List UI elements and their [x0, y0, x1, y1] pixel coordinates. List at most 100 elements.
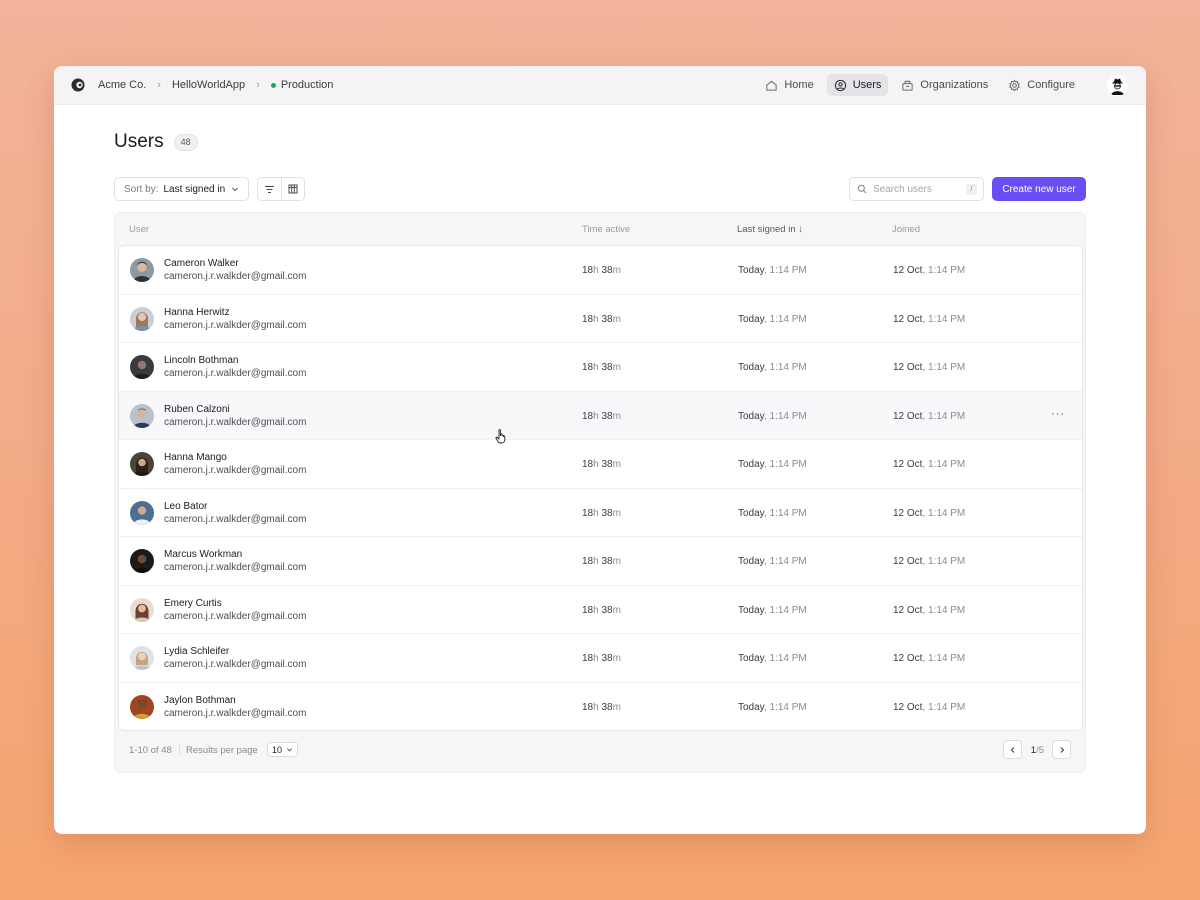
nav-organizations[interactable]: Organizations — [894, 74, 995, 96]
breadcrumb-app[interactable]: HelloWorldApp — [172, 79, 245, 91]
main-nav: Home Users Organizations Configure — [758, 74, 1082, 96]
breadcrumb-environment[interactable]: Production — [281, 79, 334, 91]
user-email: cameron.j.r.walkder@gmail.com — [164, 562, 307, 573]
user-avatar — [130, 355, 154, 379]
last-signed-in-cell: Today, 1:14 PM — [738, 556, 807, 567]
time-active-cell: 18h 38m — [582, 653, 621, 664]
table-row[interactable]: Hanna Mango cameron.j.r.walkder@gmail.co… — [119, 440, 1082, 489]
table-row[interactable]: Lincoln Bothman cameron.j.r.walkder@gmai… — [119, 343, 1082, 392]
last-signed-in-cell: Today, 1:14 PM — [738, 313, 807, 325]
user-avatar — [130, 306, 154, 331]
table-row[interactable]: Hanna Herwitz cameron.j.r.walkder@gmail.… — [119, 295, 1082, 343]
user-name: Cameron Walker — [164, 258, 239, 269]
joined-cell: 12 Oct, 1:14 PM — [893, 507, 966, 519]
hand-pointer-cursor-icon — [495, 429, 506, 444]
toolbar: Sort by: Last signed in / Create new use… — [114, 177, 1086, 201]
table-row[interactable]: Lydia Schleifer cameron.j.r.walkder@gmai… — [119, 634, 1082, 683]
user-email: cameron.j.r.walkder@gmail.com — [164, 319, 307, 331]
table-row[interactable]: Ruben Calzoni cameron.j.r.walkder@gmail.… — [119, 391, 1082, 440]
column-header-user[interactable]: User — [129, 224, 149, 235]
time-active-cell: 18h 38m — [582, 265, 621, 276]
results-per-page-value: 10 — [272, 744, 283, 755]
user-avatar — [130, 452, 154, 476]
last-signed-in-cell: Today, 1:14 PM — [738, 410, 807, 422]
time-active-cell: 18h 38m — [582, 459, 621, 470]
last-signed-in-cell: Today, 1:14 PM — [738, 507, 807, 519]
table-row[interactable]: Cameron Walker cameron.j.r.walkder@gmail… — [119, 246, 1082, 295]
row-more-options-icon[interactable]: ··· — [1051, 408, 1065, 420]
search-shortcut-hint: / — [966, 184, 977, 195]
user-avatar — [130, 549, 154, 573]
nav-users-label: Users — [852, 79, 882, 91]
list-icon — [265, 185, 275, 193]
user-email: cameron.j.r.walkder@gmail.com — [164, 368, 307, 379]
table-row[interactable]: Leo Bator cameron.j.r.walkder@gmail.com … — [119, 489, 1082, 537]
user-email: cameron.j.r.walkder@gmail.com — [164, 271, 307, 282]
joined-cell: 12 Oct, 1:14 PM — [893, 410, 966, 422]
time-active-cell: 18h 38m — [582, 362, 621, 373]
breadcrumb: Acme Co. › HelloWorldApp › Production — [70, 77, 333, 93]
next-page-button[interactable] — [1052, 740, 1071, 759]
app-logo-icon[interactable] — [70, 77, 86, 93]
user-avatar — [130, 694, 154, 719]
chevron-down-icon — [286, 748, 293, 752]
nav-home-label: Home — [784, 79, 814, 91]
table-row[interactable]: Emery Curtis cameron.j.r.walkder@gmail.c… — [119, 586, 1082, 634]
app-window: Acme Co. › HelloWorldApp › Production Ho… — [54, 66, 1146, 834]
joined-cell: 12 Oct, 1:14 PM — [893, 459, 966, 470]
previous-page-button[interactable] — [1003, 740, 1022, 759]
user-avatar — [130, 258, 154, 282]
last-signed-in-cell: Today, 1:14 PM — [738, 362, 807, 373]
user-name: Lincoln Bothman — [164, 355, 239, 366]
list-view-button[interactable] — [258, 178, 282, 200]
nav-configure[interactable]: Configure — [1001, 74, 1082, 96]
search-input[interactable] — [873, 183, 963, 195]
sort-dropdown[interactable]: Sort by: Last signed in — [114, 177, 250, 201]
user-email: cameron.j.r.walkder@gmail.com — [164, 610, 307, 622]
table-body: Cameron Walker cameron.j.r.walkder@gmail… — [118, 245, 1083, 731]
user-name: Hanna Herwitz — [164, 306, 230, 318]
user-email: cameron.j.r.walkder@gmail.com — [164, 659, 307, 670]
user-name: Ruben Calzoni — [164, 403, 230, 415]
results-per-page-label: Results per page — [186, 745, 258, 756]
breadcrumb-org[interactable]: Acme Co. — [98, 79, 146, 91]
time-active-cell: 18h 38m — [582, 701, 621, 713]
table-row[interactable]: Jaylon Bothman cameron.j.r.walkder@gmail… — [119, 683, 1082, 731]
joined-cell: 12 Oct, 1:14 PM — [893, 362, 966, 373]
column-header-joined[interactable]: Joined — [892, 224, 920, 235]
user-email: cameron.j.r.walkder@gmail.com — [164, 465, 307, 476]
chevron-right-icon: › — [256, 79, 260, 91]
table-row[interactable]: Marcus Workman cameron.j.r.walkder@gmail… — [119, 537, 1082, 586]
last-signed-in-cell: Today, 1:14 PM — [738, 653, 807, 664]
user-name: Leo Bator — [164, 500, 208, 512]
user-name: Marcus Workman — [164, 549, 243, 560]
time-active-cell: 18h 38m — [582, 507, 621, 519]
nav-configure-label: Configure — [1027, 79, 1075, 91]
users-table: User Time active Last signed in ↓ Joined… — [114, 212, 1086, 773]
joined-cell: 12 Oct, 1:14 PM — [893, 604, 966, 616]
user-avatar — [130, 646, 154, 670]
column-header-time-active[interactable]: Time active — [582, 224, 630, 235]
chevron-down-icon — [232, 187, 239, 192]
joined-cell: 12 Oct, 1:14 PM — [893, 701, 966, 713]
table-view-button[interactable] — [281, 178, 305, 200]
create-new-user-button[interactable]: Create new user — [992, 177, 1086, 201]
main-content: Users 48 Sort by: Last signed in / — [54, 131, 1146, 773]
view-toggle — [257, 177, 306, 201]
user-avatar — [130, 403, 154, 428]
account-avatar[interactable] — [1107, 75, 1128, 96]
last-signed-in-cell: Today, 1:14 PM — [738, 459, 807, 470]
user-avatar — [130, 500, 154, 525]
user-email: cameron.j.r.walkder@gmail.com — [164, 707, 307, 719]
user-email: cameron.j.r.walkder@gmail.com — [164, 416, 307, 428]
sort-label: Sort by: — [124, 183, 159, 195]
nav-home[interactable]: Home — [758, 74, 820, 96]
results-per-page-select[interactable]: 10 — [267, 742, 299, 757]
chevron-left-icon — [1010, 746, 1014, 753]
time-active-cell: 18h 38m — [582, 410, 621, 422]
user-avatar — [130, 597, 154, 622]
search-box[interactable]: / — [849, 177, 984, 201]
nav-users[interactable]: Users — [826, 74, 889, 96]
column-header-last-signed-in[interactable]: Last signed in ↓ — [737, 224, 803, 235]
user-name: Jaylon Bothman — [164, 694, 236, 706]
